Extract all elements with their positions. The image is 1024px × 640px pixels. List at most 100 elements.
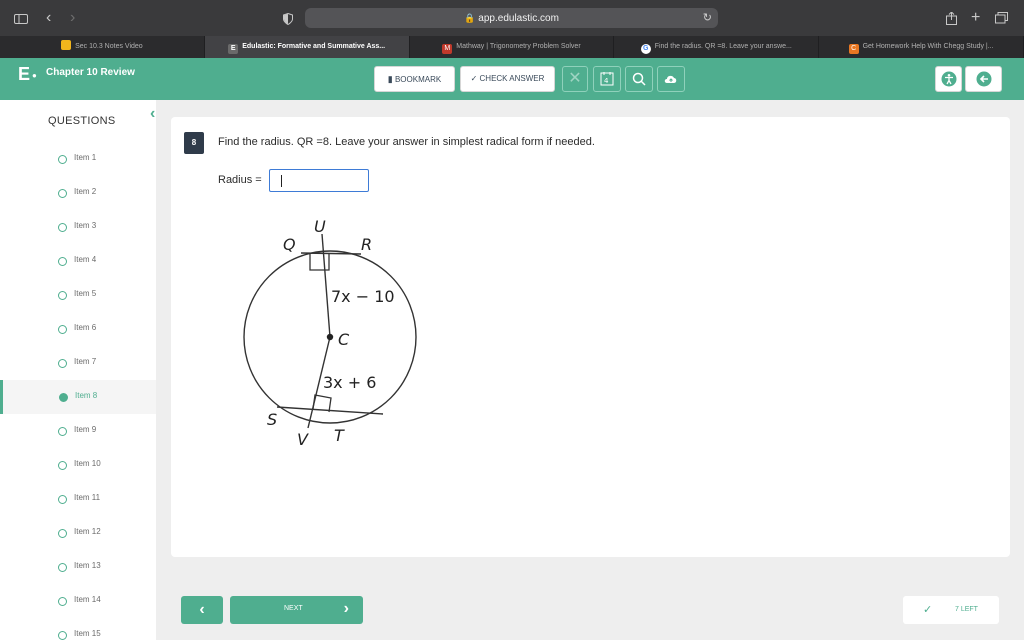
sidebar-item[interactable]: Item 12 [0,516,156,550]
accessibility-button[interactable] [935,66,962,92]
exit-arrow-icon [976,71,992,87]
tab-chegg[interactable]: C Get Homework Help With Chegg Study |... [819,36,1024,58]
previous-button[interactable]: ‹ [181,596,223,624]
forward-icon[interactable]: › [70,0,75,36]
status-circle-icon [58,597,67,606]
next-button[interactable]: NEXT › [230,596,363,624]
edulastic-logo: E [18,64,31,84]
sidebar-item[interactable]: Item 6 [0,312,156,346]
items-left-label: 7 LEFT [955,606,978,613]
sidebar-item-label: Item 4 [74,255,97,264]
address-bar[interactable]: 🔒 app.edulastic.com ↻ [305,8,718,28]
browser-tabs: Sec 10.3 Notes Video E Edulastic: Formati… [0,36,1024,58]
chevron-right-icon: › [343,600,349,617]
status-circle-icon [58,495,67,504]
sidebar-item-label: Item 8 [75,391,98,400]
collapse-sidebar-icon[interactable]: ‹ [150,105,155,123]
share-icon[interactable] [946,0,957,36]
sidebar-item-label: Item 14 [74,595,101,604]
sidebar-title: QUESTIONS [48,115,116,127]
sidebar-item-label: Item 1 [74,153,97,162]
center-point [326,333,334,341]
calculator-icon: 4 [600,72,614,86]
tab-google-search[interactable]: G Find the radius. QR =8. Leave your answ… [614,36,820,58]
status-circle-icon [58,291,67,300]
circle-diagram: U Q R C S V T 7x − 10 3x + 6 [243,217,417,449]
check-answer-button[interactable]: ✓ CHECK ANSWER [460,66,555,92]
sidebar-item[interactable]: Item 11 [0,482,156,516]
back-icon[interactable]: ‹ [46,0,51,36]
sidebar-item-label: Item 11 [74,493,101,502]
sidebar-item-label: Item 9 [74,425,97,434]
sidebar-item-label: Item 7 [74,357,97,366]
items-left-indicator[interactable]: ✓ 7 LEFT [903,596,999,624]
label-s: S [267,410,277,429]
radius-answer-input[interactable] [269,169,369,192]
label-t: T [334,426,345,445]
bookmark-button[interactable]: ▮ BOOKMARK [374,66,455,92]
sidebar-item[interactable]: Item 5 [0,278,156,312]
magnifier-icon [632,72,646,86]
calculator-button[interactable]: 4 [593,66,621,92]
sidebar-item[interactable]: Item 14 [0,584,156,618]
tab-edulastic[interactable]: E Edulastic: Formative and Summative Ass.… [204,36,410,58]
sidebar-item[interactable]: Item 3 [0,210,156,244]
tab-sec-notes[interactable]: Sec 10.3 Notes Video [0,36,205,58]
sidebar-item[interactable]: Item 2 [0,176,156,210]
chevron-left-icon: ‹ [199,601,205,618]
upload-button[interactable] [657,66,685,92]
sidebar-item[interactable]: Item 1 [0,142,156,176]
answer-label: Radius = [218,174,262,186]
status-circle-icon [58,325,67,334]
questions-sidebar: QUESTIONS Item 1 Item 2 Item 3 Item 4 Item 5… [0,100,156,640]
sidebar-item[interactable]: Item 9 [0,414,156,448]
exit-button[interactable] [965,66,1002,92]
eliminate-answer-button[interactable]: ✕ [562,66,588,92]
sidebar-item[interactable]: Item 8 [0,380,156,414]
chegg-icon: C [848,44,859,54]
label-c: C [338,330,350,349]
sidebar-item[interactable]: Item 7 [0,346,156,380]
new-tab-icon[interactable]: + [971,0,980,36]
tab-overview-icon[interactable] [995,0,1008,36]
accessibility-icon [941,71,957,87]
sidebar-item-label: Item 2 [74,187,97,196]
classroom-icon [61,40,72,50]
logo-dot: ● [32,71,37,80]
question-card: 8 Find the radius. QR =8. Leave your ans… [171,117,1010,557]
length-cv-label: 3x + 6 [323,373,376,392]
reload-icon[interactable]: ↻ [703,8,712,28]
status-circle-icon [58,631,67,640]
sidebar-item-label: Item 13 [74,561,101,570]
sidebar-item-label: Item 3 [74,221,97,230]
sidebar-item-label: Item 10 [74,459,101,468]
status-circle-icon [58,427,67,436]
privacy-shield-icon[interactable] [283,0,293,36]
cross-icon: ✕ [568,70,582,87]
sidebar-item[interactable]: Item 13 [0,550,156,584]
page-title: Chapter 10 Review [46,67,135,78]
status-circle-icon [58,563,67,572]
label-u: U [314,217,326,236]
checkmark-icon: ✓ [923,604,933,616]
checkmark-icon: ✓ [470,74,478,83]
status-circle-icon [58,529,67,538]
length-uc-label: 7x − 10 [331,287,395,306]
sidebar-item[interactable]: Item 15 [0,618,156,640]
tab-mathway[interactable]: M Mathway | Trigonometry Problem Solver [410,36,615,58]
next-label: NEXT [284,605,303,612]
google-icon: G [640,44,651,54]
sidebar-toggle-icon[interactable] [14,0,28,36]
browser-toolbar: ‹ › 🔒 app.edulastic.com ↻ + [0,0,1024,36]
sidebar-item[interactable]: Item 10 [0,448,156,482]
status-circle-icon [58,461,67,470]
cloud-upload-icon [664,72,678,86]
label-v: V [297,430,309,449]
sidebar-item[interactable]: Item 4 [0,244,156,278]
label-q: Q [283,235,296,254]
sidebar-item-label: Item 15 [74,629,101,638]
question-number-badge: 8 [184,132,204,154]
question-text: Find the radius. QR =8. Leave your answe… [218,136,595,148]
status-circle-icon [58,257,67,266]
zoom-button[interactable] [625,66,653,92]
